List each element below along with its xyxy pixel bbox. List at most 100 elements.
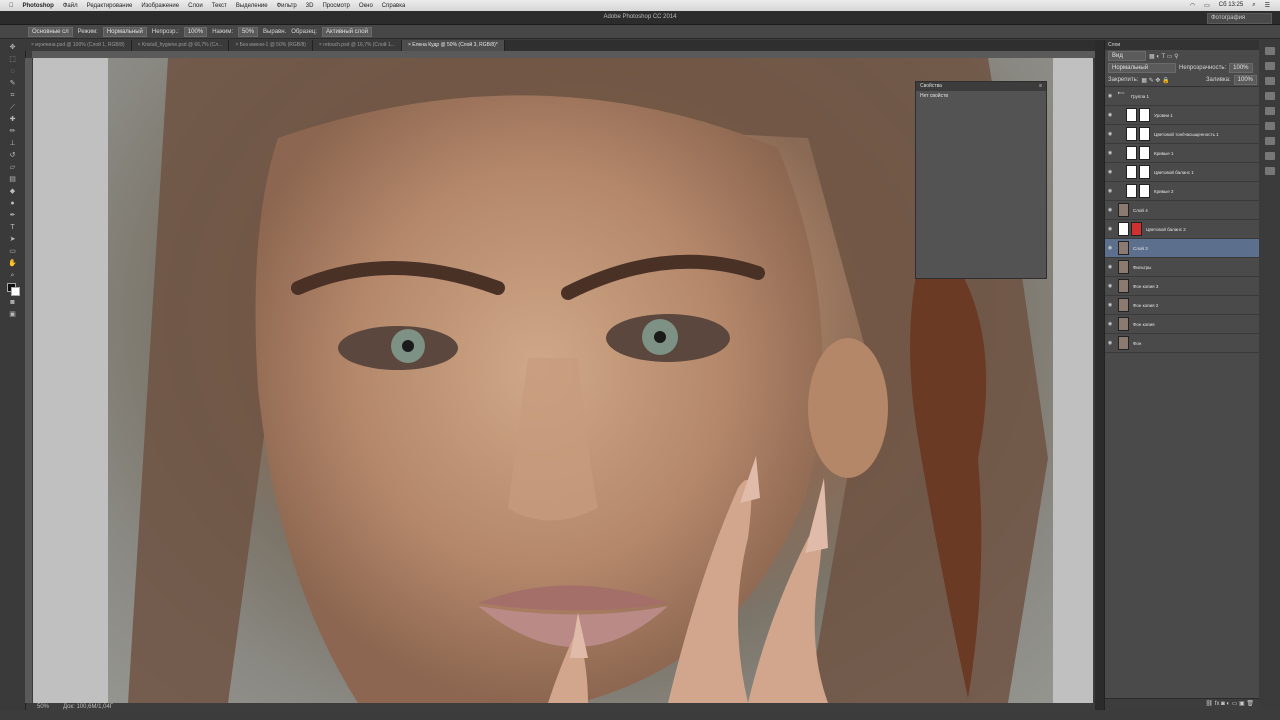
- menu-file[interactable]: Файл: [63, 3, 78, 9]
- paths-panel-icon[interactable]: [1264, 152, 1275, 160]
- history-brush-tool-icon[interactable]: ↺: [8, 151, 17, 160]
- layer-mask-thumbnail[interactable]: [1131, 222, 1142, 236]
- swatches-panel-icon[interactable]: [1264, 107, 1275, 115]
- doc-tab[interactable]: × retouch.psd @ 16,7% (Слой 1...: [312, 40, 402, 51]
- screen-mode-icon[interactable]: ▣: [8, 310, 17, 319]
- doc-tab-active[interactable]: × Елена Кудр @ 50% (Слой 3, RGB/8)*: [401, 40, 505, 51]
- lock-icons[interactable]: ▦ ✎ ✥ 🔒: [1141, 77, 1169, 84]
- move-tool-icon[interactable]: ✥: [8, 43, 17, 52]
- layer-mask-thumbnail[interactable]: [1139, 108, 1150, 122]
- layer-row[interactable]: ◉ Уровни 1: [1105, 106, 1260, 125]
- layer-row[interactable]: ◉ Цветовой баланс 2: [1105, 220, 1260, 239]
- menu-help[interactable]: Справка: [382, 3, 406, 9]
- sample-select[interactable]: Активный слой: [322, 26, 372, 37]
- menu-view[interactable]: Просмотр: [322, 3, 349, 9]
- menu-filter[interactable]: Фильтр: [277, 3, 297, 9]
- visibility-eye-icon[interactable]: ◉: [1105, 188, 1115, 194]
- layer-row[interactable]: ◉ Слой 3: [1105, 239, 1260, 258]
- mode-select[interactable]: Нормальный: [102, 26, 147, 37]
- layer-thumbnail[interactable]: [1118, 203, 1129, 217]
- portrait-photo[interactable]: [108, 58, 1053, 703]
- layer-mask-thumbnail[interactable]: [1139, 146, 1150, 160]
- menu-text[interactable]: Текст: [212, 3, 227, 9]
- healing-brush-tool-icon[interactable]: ✚: [8, 115, 17, 124]
- layer-row[interactable]: ◉ Фон копия: [1105, 315, 1260, 334]
- eyedropper-tool-icon[interactable]: ⟋: [8, 103, 17, 112]
- eraser-tool-icon[interactable]: ▱: [8, 163, 17, 172]
- adjustments-panel-icon[interactable]: [1264, 122, 1275, 130]
- layers-kind-select[interactable]: Вид: [1108, 51, 1146, 61]
- visibility-eye-icon[interactable]: ◉: [1105, 169, 1115, 175]
- layer-thumbnail[interactable]: [1118, 279, 1129, 293]
- visibility-eye-icon[interactable]: ◉: [1105, 112, 1115, 118]
- apple-icon[interactable]: : [9, 3, 14, 9]
- layer-thumbnail[interactable]: [1118, 336, 1129, 350]
- visibility-eye-icon[interactable]: ◉: [1105, 302, 1115, 308]
- channels-panel-icon[interactable]: [1264, 167, 1275, 175]
- visibility-eye-icon[interactable]: ◉: [1105, 340, 1115, 346]
- zoom-level[interactable]: 50%: [37, 703, 49, 711]
- visibility-eye-icon[interactable]: ◉: [1105, 150, 1115, 156]
- hand-tool-icon[interactable]: ✋: [8, 259, 17, 268]
- color-swatches-icon[interactable]: [6, 283, 20, 296]
- color-panel-icon[interactable]: [1264, 92, 1275, 100]
- layer-thumbnail[interactable]: [1118, 298, 1129, 312]
- layer-thumbnail[interactable]: [1126, 108, 1137, 122]
- brush-panel-icon[interactable]: [1264, 137, 1275, 145]
- layer-blend-mode[interactable]: Нормальный: [1108, 63, 1176, 73]
- layer-row[interactable]: ◉ Цветовой тон/Насыщенность 1: [1105, 125, 1260, 144]
- crop-tool-icon[interactable]: ⌗: [8, 91, 17, 100]
- layer-row[interactable]: ◉ Фон копия 2: [1105, 296, 1260, 315]
- gradient-tool-icon[interactable]: ▤: [8, 175, 17, 184]
- layers-tab[interactable]: Слои: [1105, 40, 1260, 50]
- properties-header[interactable]: Свойства ≡: [916, 82, 1046, 91]
- menu-layers[interactable]: Слои: [188, 3, 203, 9]
- align-checkbox[interactable]: Выравн.: [263, 29, 286, 35]
- layer-thumbnail[interactable]: [1118, 241, 1129, 255]
- layer-thumbnail[interactable]: [1126, 184, 1137, 198]
- doc-tab[interactable]: × мужчина.psd @ 100% (Слой 1, RGB/8): [25, 40, 132, 51]
- layer-thumbnail[interactable]: [1126, 146, 1137, 160]
- zoom-tool-icon[interactable]: ⌕: [8, 271, 17, 280]
- brush-tool-icon[interactable]: ✏: [8, 127, 17, 136]
- layer-thumbnail[interactable]: [1118, 260, 1129, 274]
- actions-panel-icon[interactable]: [1264, 62, 1275, 70]
- menu-edit[interactable]: Редактирование: [87, 3, 133, 9]
- layer-thumbnail[interactable]: [1118, 222, 1129, 236]
- wifi-icon[interactable]: ◠: [1190, 2, 1195, 9]
- visibility-eye-icon[interactable]: ◉: [1105, 226, 1115, 232]
- visibility-eye-icon[interactable]: ◉: [1105, 207, 1115, 213]
- layer-row[interactable]: ◉ Слой 4: [1105, 201, 1260, 220]
- history-panel-icon[interactable]: [1264, 47, 1275, 55]
- type-tool-icon[interactable]: T: [8, 223, 17, 232]
- layer-row[interactable]: ◉ Фон: [1105, 334, 1260, 353]
- shape-tool-icon[interactable]: ▭: [8, 247, 17, 256]
- layer-thumbnail[interactable]: [1126, 127, 1137, 141]
- path-select-tool-icon[interactable]: ➤: [8, 235, 17, 244]
- layer-row[interactable]: ◉ Фильтры: [1105, 258, 1260, 277]
- layer-row[interactable]: ◉ Цветовой баланс 1: [1105, 163, 1260, 182]
- layer-mask-thumbnail[interactable]: [1139, 165, 1150, 179]
- blur-tool-icon[interactable]: ◆: [8, 187, 17, 196]
- pen-tool-icon[interactable]: ✒: [8, 211, 17, 220]
- menu-image[interactable]: Изображение: [141, 3, 179, 9]
- lasso-tool-icon[interactable]: ◌: [8, 67, 17, 76]
- filter-icons[interactable]: ▦ ◐ T ▭ ⚲: [1149, 53, 1178, 60]
- search-icon[interactable]: ⌕: [1252, 2, 1255, 9]
- layer-thumbnail[interactable]: [1118, 317, 1129, 331]
- layer-row[interactable]: ◉ Фон копия 3: [1105, 277, 1260, 296]
- clone-stamp-tool-icon[interactable]: ⊥: [8, 139, 17, 148]
- layer-row[interactable]: ◉ ▸▭ Группа 1: [1105, 87, 1260, 106]
- menu-clock[interactable]: Сб 13:25: [1219, 2, 1243, 9]
- menu-window[interactable]: Окно: [359, 3, 373, 9]
- properties-panel[interactable]: Свойства ≡ Нет свойств: [915, 81, 1047, 279]
- panel-menu-icon[interactable]: ≡: [1039, 82, 1042, 91]
- dodge-tool-icon[interactable]: ●: [8, 199, 17, 208]
- visibility-eye-icon[interactable]: ◉: [1105, 264, 1115, 270]
- quick-mask-icon[interactable]: ◙: [8, 298, 17, 307]
- layers-bottom-icons[interactable]: ⛓ fx ◙ ◐ ▭ ▣ 🗑: [1206, 700, 1255, 707]
- layer-row[interactable]: ◉ Кривые 1: [1105, 144, 1260, 163]
- quick-select-tool-icon[interactable]: ✎: [8, 79, 17, 88]
- fill-field[interactable]: 100%: [1233, 75, 1257, 85]
- workspace-switcher[interactable]: Фотография: [1207, 13, 1272, 24]
